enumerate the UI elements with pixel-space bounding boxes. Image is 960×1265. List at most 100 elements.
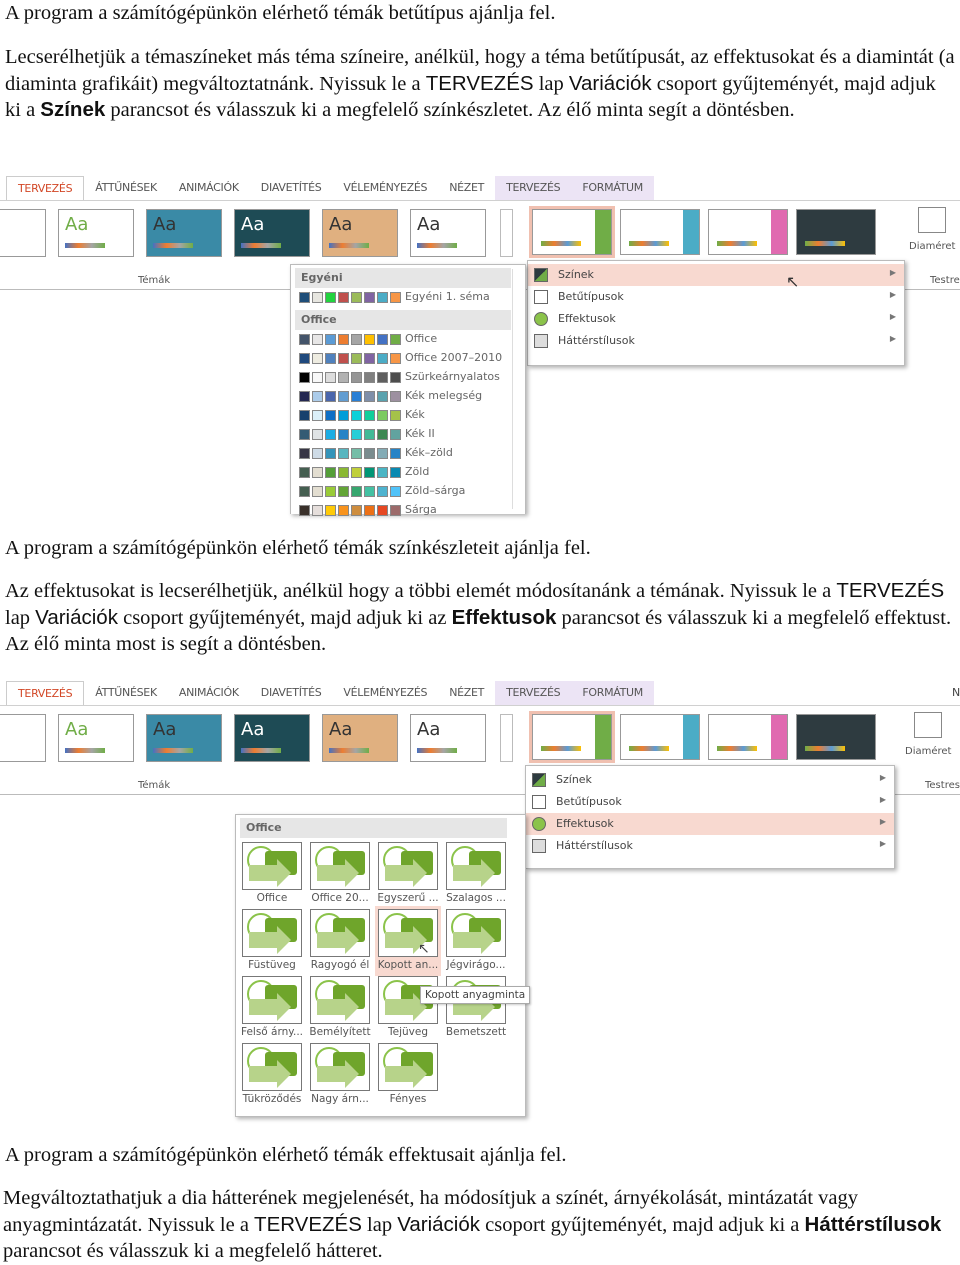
effect-label[interactable]: Ragyogó él (306, 959, 374, 971)
tab-3[interactable]: DIAVETÍTÉS (250, 681, 333, 705)
effect-thumbnail[interactable] (310, 1043, 370, 1091)
effect-thumbnail[interactable] (378, 1043, 438, 1091)
context-tab-0[interactable]: TERVEZÉS (495, 681, 572, 705)
theme-thumbnail[interactable]: Aa (410, 714, 486, 762)
slide-size-button[interactable]: Diaméret (909, 241, 955, 252)
effect-label[interactable]: Tükröződés (238, 1093, 306, 1105)
color-swatch (338, 353, 349, 364)
effect-label[interactable]: Bemetszett (442, 1026, 510, 1038)
variant-thumbnail[interactable] (708, 714, 788, 760)
slide-size-button[interactable]: Diaméret (905, 746, 951, 757)
customize-group-label: Testres (925, 780, 960, 791)
theme-thumbnail[interactable]: Aa (58, 209, 134, 257)
theme-thumbnail[interactable]: Aa (410, 209, 486, 257)
effect-thumbnail[interactable] (242, 976, 302, 1024)
arrow-shape (277, 993, 291, 1021)
variant-thumbnail[interactable] (796, 714, 876, 760)
theme-thumbnail[interactable]: Aa (146, 209, 222, 257)
variant-thumbnail[interactable] (529, 206, 615, 258)
menu-item-1[interactable]: Betűtípusok ▶ (526, 791, 894, 813)
slide-size-icon[interactable] (914, 712, 942, 738)
theme-sample-text: Aa (65, 214, 89, 235)
context-tab-0[interactable]: TERVEZÉS (495, 176, 572, 200)
effect-thumbnail[interactable] (310, 842, 370, 890)
color-swatch (377, 334, 388, 345)
effect-label[interactable]: Fényes (374, 1093, 442, 1105)
color-swatch (312, 292, 323, 303)
gallery-scroll[interactable] (500, 714, 513, 762)
variant-thumbnail[interactable] (529, 711, 615, 763)
theme-thumbnail[interactable]: Aa (58, 714, 134, 762)
tab-5[interactable]: NÉZET (438, 681, 495, 705)
menu-item-0[interactable]: Színek ▶ (526, 769, 894, 791)
submenu-arrow-icon: ▶ (879, 773, 886, 782)
office-header: Office (240, 818, 507, 838)
effect-label[interactable]: Kopott an... (374, 959, 442, 971)
menu-item-2[interactable]: Effektusok ▶ (526, 813, 894, 835)
variant-thumbnail[interactable] (620, 714, 700, 760)
theme-thumbnail[interactable]: Aa (146, 714, 222, 762)
effect-label[interactable]: Egyszerű ... (374, 892, 442, 904)
tab-partial[interactable]: N (952, 686, 960, 699)
tab-4[interactable]: VÉLEMÉNYEZÉS (332, 681, 438, 705)
tab-4[interactable]: VÉLEMÉNYEZÉS (332, 176, 438, 200)
tab-2[interactable]: ANIMÁCIÓK (168, 681, 250, 705)
effect-label[interactable]: Füstüveg (238, 959, 306, 971)
variant-thumbnail[interactable] (796, 209, 876, 255)
variations-menu: Színek ▶ Betűtípusok ▶ Effektusok ▶ Háttérstíl… (525, 765, 895, 869)
effect-label[interactable]: Felső árny... (238, 1026, 306, 1038)
theme-thumbnail[interactable]: Aa (234, 209, 310, 257)
gallery-scroll[interactable] (500, 209, 513, 257)
color-scheme-label: Kék melegség (405, 389, 483, 402)
color-swatch (377, 353, 388, 364)
arrow-shape (385, 932, 413, 948)
menu-item-1[interactable]: Betűtípusok ▶ (528, 286, 904, 308)
effect-thumbnail[interactable] (242, 842, 302, 890)
arrow-shape (317, 865, 345, 881)
effect-label[interactable]: Bemélyített (306, 1026, 374, 1038)
color-swatch (338, 410, 349, 421)
theme-thumbnail[interactable]: Aa (234, 714, 310, 762)
effect-thumbnail[interactable] (310, 976, 370, 1024)
effect-thumbnail[interactable] (242, 1043, 302, 1091)
tab-1[interactable]: ÁTTŰNÉSEK (84, 176, 168, 200)
tab-0[interactable]: TERVEZÉS (6, 681, 85, 705)
effect-label[interactable]: Office 20... (306, 892, 374, 904)
effect-label[interactable]: Tejüveg (374, 1026, 442, 1038)
context-tab-1[interactable]: FORMÁTUM (571, 176, 654, 200)
variant-accent (771, 210, 787, 254)
variant-thumbnail[interactable] (620, 209, 700, 255)
color-swatch (338, 505, 349, 516)
scrollbar[interactable] (512, 269, 523, 509)
menu-item-2[interactable]: Effektusok ▶ (528, 308, 904, 330)
keyword-tervezes: TERVEZÉS (836, 579, 945, 602)
arrow-shape (413, 859, 427, 887)
theme-thumbnail[interactable] (0, 714, 46, 762)
effect-label[interactable]: Nagy árn... (306, 1093, 374, 1105)
effect-label[interactable]: Office (238, 892, 306, 904)
effect-thumbnail[interactable] (242, 909, 302, 957)
menu-item-3[interactable]: Háttérstílusok ▶ (526, 835, 894, 857)
tab-2[interactable]: ANIMÁCIÓK (168, 176, 250, 200)
tab-3[interactable]: DIAVETÍTÉS (250, 176, 333, 200)
theme-thumbnail[interactable] (0, 209, 46, 257)
variant-thumbnail[interactable] (708, 209, 788, 255)
effect-thumbnail[interactable] (446, 842, 506, 890)
color-swatch (338, 372, 349, 383)
effect-thumbnail[interactable] (378, 842, 438, 890)
effect-thumbnail[interactable] (310, 909, 370, 957)
slide-size-icon[interactable] (918, 207, 946, 233)
effect-label[interactable]: Szalagos ... (442, 892, 510, 904)
effect-label[interactable]: Jégvirágo... (442, 959, 510, 971)
theme-thumbnail[interactable]: Aa (322, 209, 398, 257)
tab-5[interactable]: NÉZET (438, 176, 495, 200)
text: parancsot és válasszuk ki a megfelelő sz… (105, 99, 795, 121)
variant-accent (683, 715, 699, 759)
tab-1[interactable]: ÁTTŰNÉSEK (84, 681, 168, 705)
context-tab-1[interactable]: FORMÁTUM (571, 681, 654, 705)
theme-thumbnail[interactable]: Aa (322, 714, 398, 762)
menu-item-0[interactable]: Színek ▶ (528, 264, 904, 286)
menu-item-3[interactable]: Háttérstílusok ▶ (528, 330, 904, 352)
effect-thumbnail[interactable] (446, 909, 506, 957)
tab-0[interactable]: TERVEZÉS (6, 176, 85, 200)
